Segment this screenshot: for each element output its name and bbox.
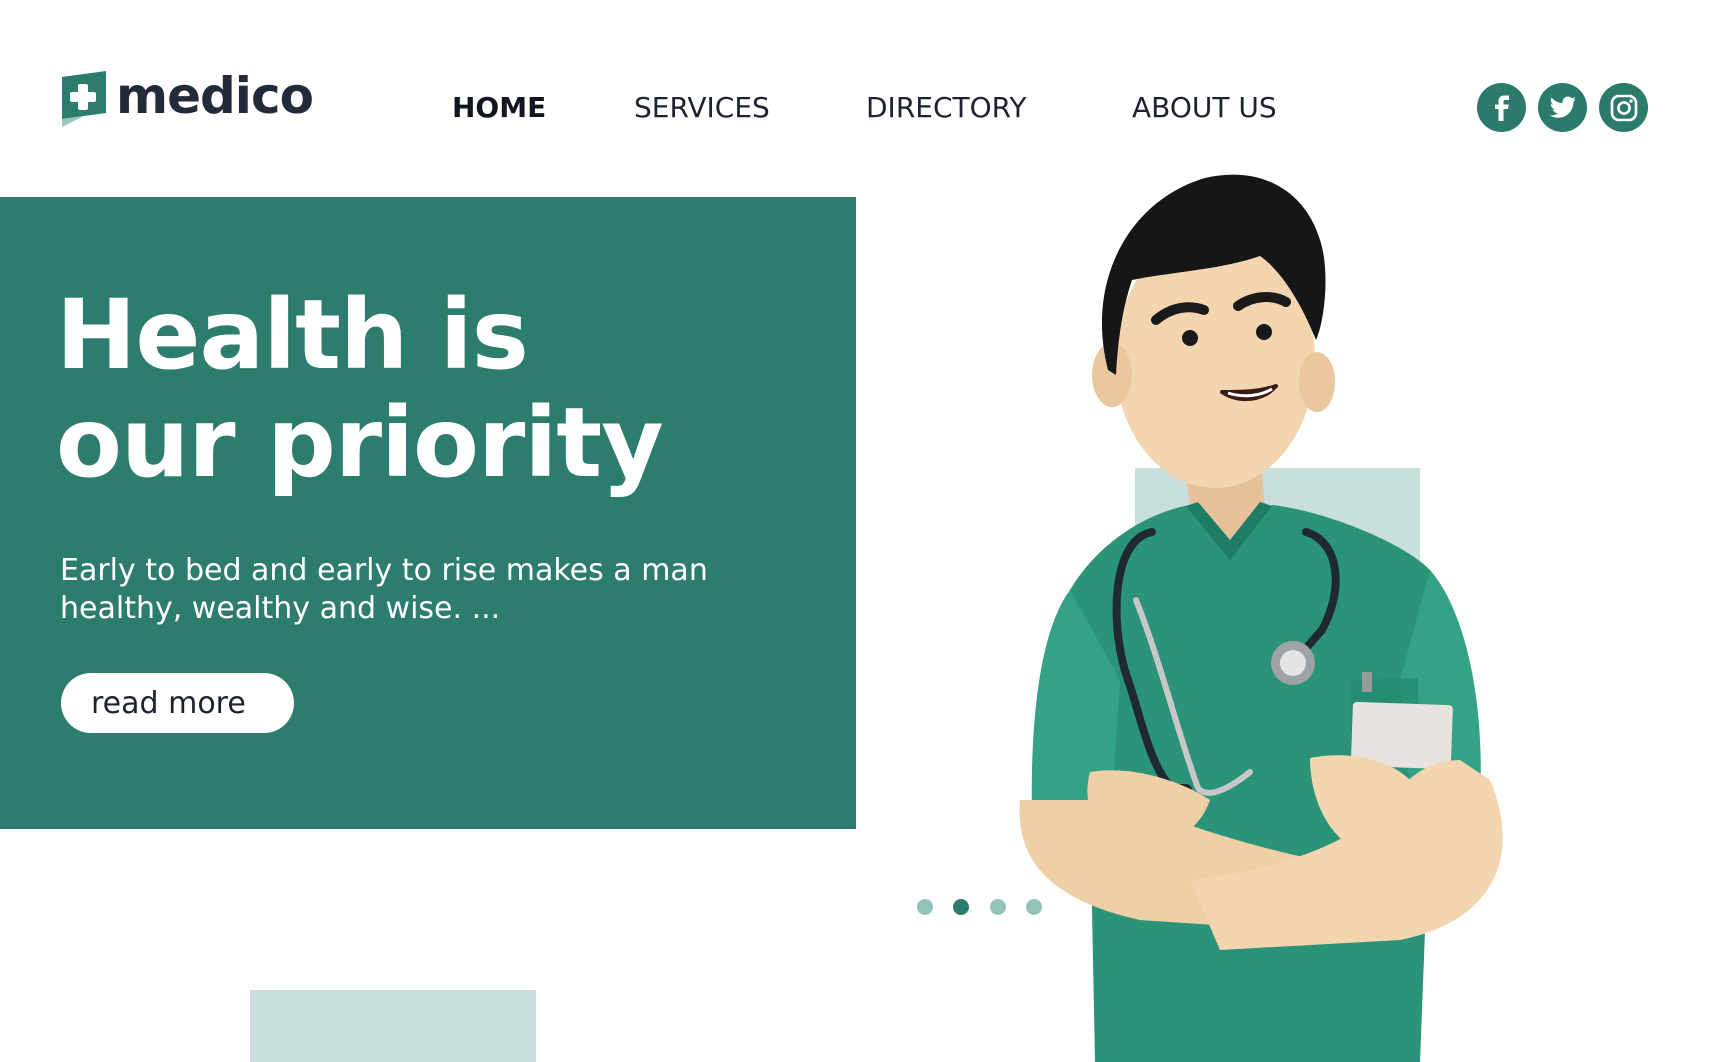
nav-item-directory[interactable]: DIRECTORY [866, 88, 1026, 128]
read-more-button[interactable]: read more [61, 673, 294, 733]
carousel-dot-3[interactable] [990, 899, 1006, 915]
nav-item-about-us[interactable]: ABOUT US [1132, 88, 1277, 128]
brand-logo[interactable]: medico [60, 67, 314, 132]
brand-name: medico [116, 67, 314, 125]
decorative-block [250, 990, 536, 1062]
twitter-link[interactable] [1538, 83, 1587, 132]
facebook-link[interactable] [1477, 83, 1526, 132]
hero-title: Health is our priority [56, 279, 664, 499]
twitter-icon [1549, 96, 1576, 118]
doctor-illustration [960, 160, 1660, 1062]
instagram-icon [1610, 94, 1637, 121]
nav-item-home[interactable]: HOME [452, 88, 546, 128]
nav-item-services[interactable]: SERVICES [634, 88, 770, 128]
hero-title-line-2: our priority [56, 387, 664, 499]
instagram-link[interactable] [1599, 83, 1648, 132]
carousel-dot-1[interactable] [917, 899, 933, 915]
hero-banner: Health is our priority Early to bed and … [0, 197, 856, 829]
hero-subtitle: Early to bed and early to rise makes a m… [60, 553, 708, 626]
medical-cross-icon [62, 71, 106, 127]
facebook-icon [1494, 95, 1509, 121]
carousel-dot-2[interactable] [953, 899, 969, 915]
carousel-dot-4[interactable] [1026, 899, 1042, 915]
hero-title-line-1: Health is [56, 279, 529, 391]
